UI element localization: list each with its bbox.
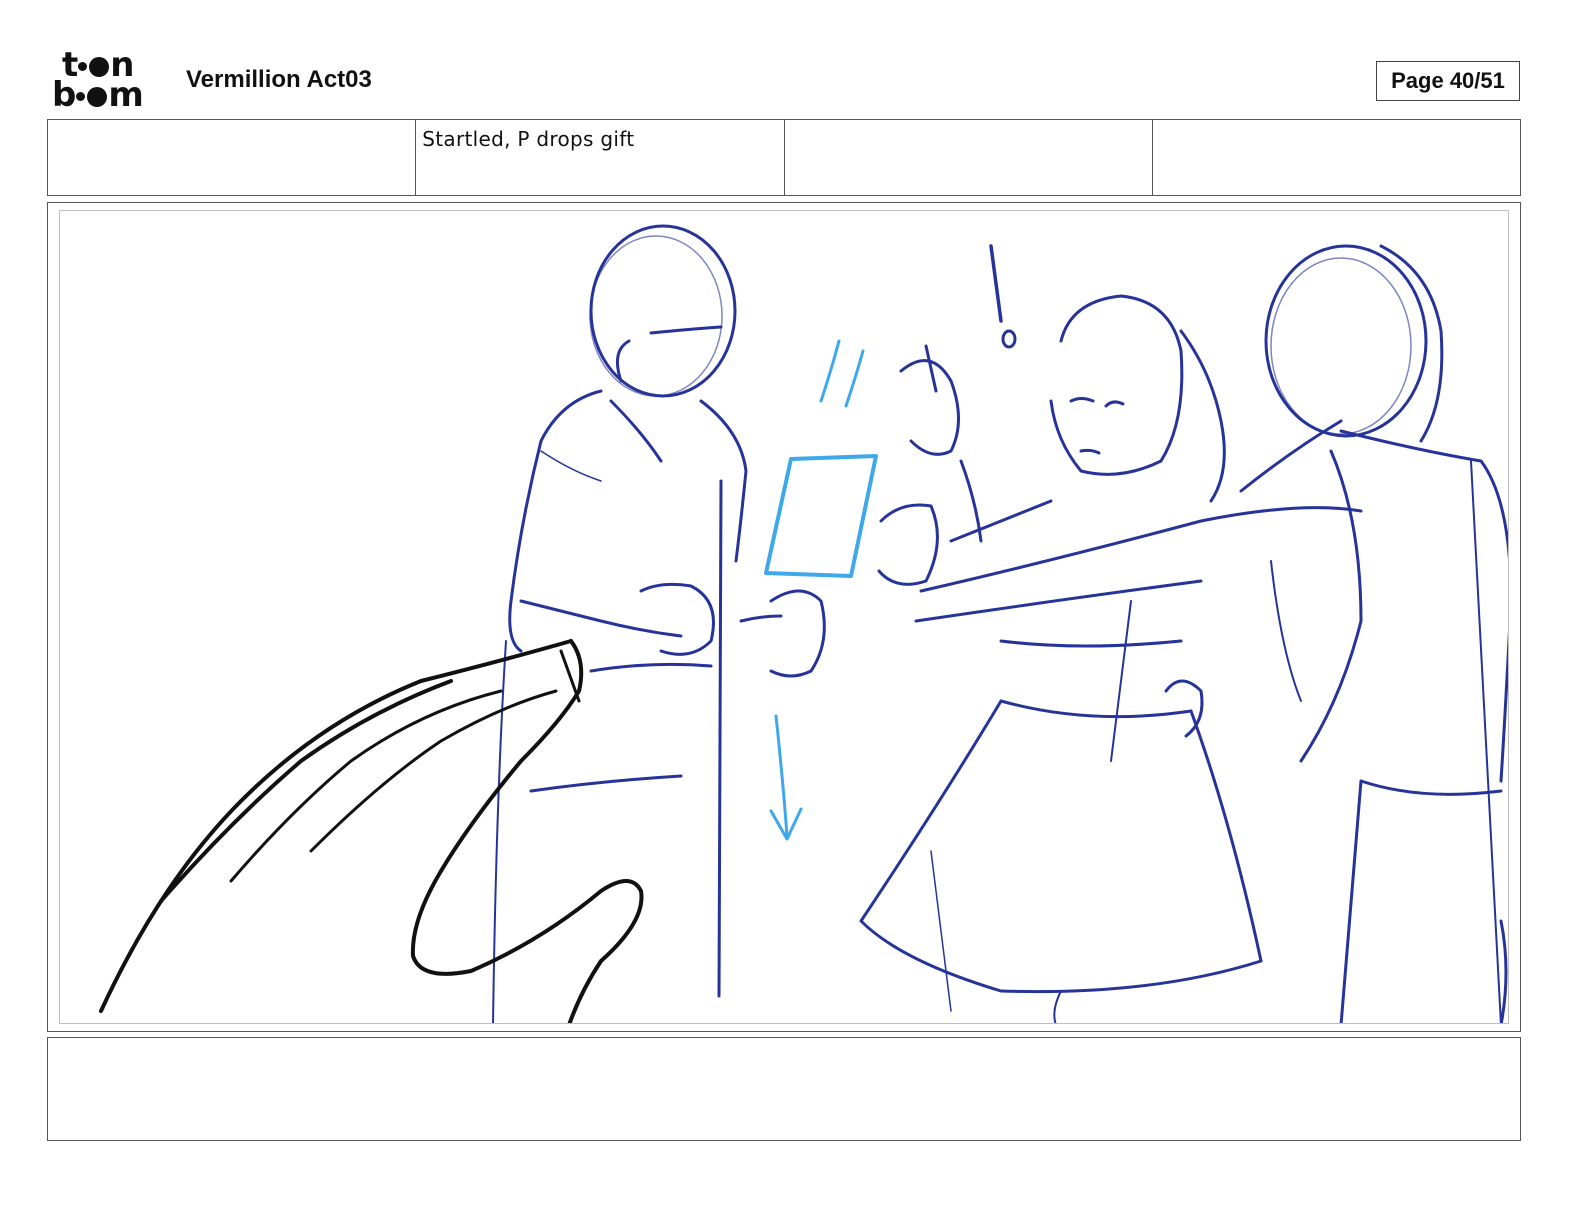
project-title: Vermillion Act03 [186,66,372,93]
page-number: Page 40/51 [1376,61,1520,101]
notes-box [47,1037,1521,1141]
caption-cell-4 [1153,120,1520,195]
caption-cell-3 [785,120,1153,195]
sketch-character-left [492,224,826,1023]
sketch-drawing [99,224,1508,1023]
caption-cell-1 [48,120,417,195]
storyboard-panel [59,210,1509,1024]
sketch-character-girl [859,244,1363,1023]
caption-row: Startled, P drops gift [47,119,1521,196]
sketch-foreground-hand [99,639,644,1023]
sketch-character-right [1239,244,1508,1023]
sketch-gift-falling [764,339,878,841]
caption-cell-2: Startled, P drops gift [416,120,785,195]
logo-line-2: bm [52,75,144,115]
toonboom-logo: tn bm [52,48,162,115]
